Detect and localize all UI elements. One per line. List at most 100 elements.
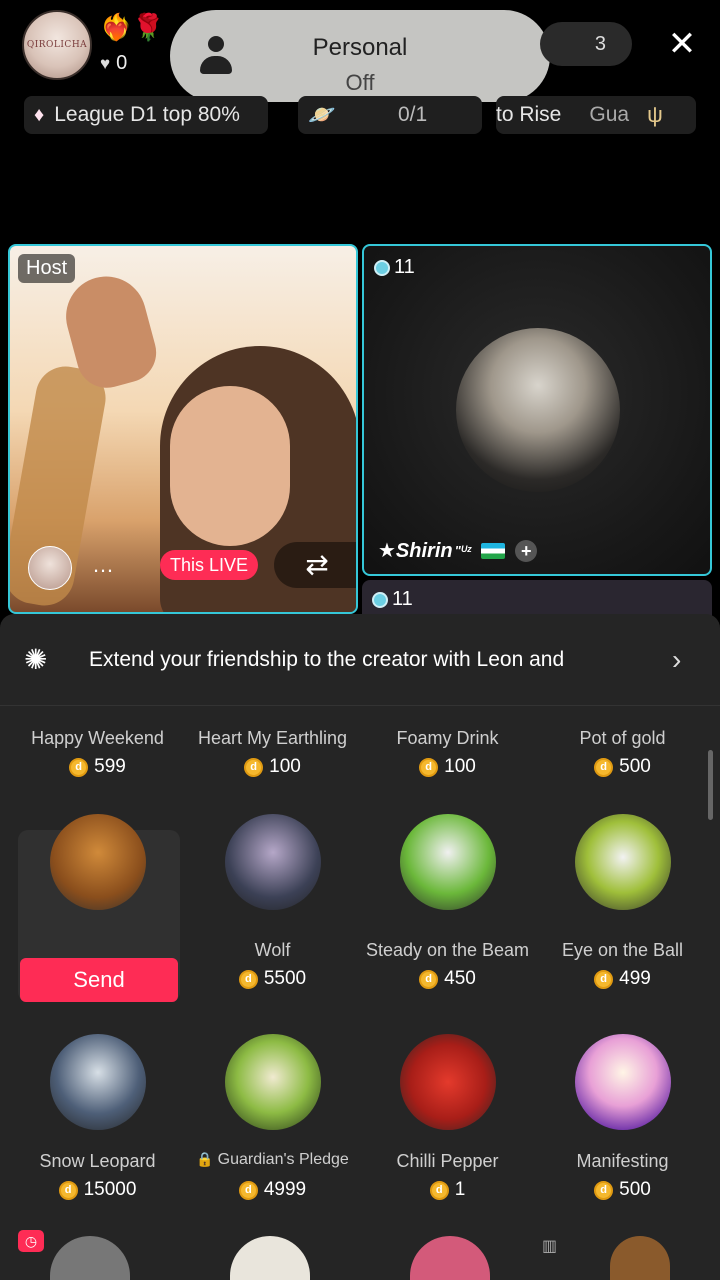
gift-name: Wolf — [185, 940, 360, 961]
gift-name-text: Heart My Earthling — [197, 728, 348, 748]
gift-price: d 5500 — [185, 968, 360, 990]
gift-price-value: 500 — [619, 1179, 651, 1200]
coin-icon: d — [244, 757, 264, 777]
deer-gift-icon — [225, 1034, 321, 1130]
host-mini-avatar[interactable] — [28, 546, 72, 590]
gift-price-value: 4999 — [263, 1179, 307, 1200]
lion-gift-icon — [50, 814, 146, 910]
ball-beam-gift-icon — [400, 814, 496, 910]
rise-text: to Rise — [496, 103, 562, 126]
gift-price-value: 450 — [444, 968, 476, 989]
guest-score-2: 11 — [372, 588, 413, 611]
diamond-icon — [374, 259, 390, 276]
chilli-pepper-gift-icon — [400, 1034, 496, 1130]
top-bar: QIROLICHA ❤️‍🔥🌹 ♥ 0 Personal Off 3 ✕ — [0, 0, 720, 102]
guest-name-row: ★Shirin "ᵁᶻ + — [378, 538, 538, 563]
gift-name-text: Happy Weekend — [31, 728, 164, 748]
guest-video-panel[interactable]: 11 ★Shirin "ᵁᶻ + — [362, 244, 712, 576]
ball-gift-icon — [575, 814, 671, 910]
gift-name: Steady on the Beam — [360, 940, 535, 961]
gift-price: d 499 — [535, 968, 710, 990]
coin-icon: d — [419, 757, 439, 777]
gift-name: Happy Weekend — [10, 728, 185, 749]
send-button[interactable]: Send — [20, 958, 178, 1002]
gift-name-text: Guardian's Pledge — [217, 1151, 349, 1168]
scrollbar[interactable] — [708, 750, 713, 820]
gift-name: Manifesting — [535, 1151, 710, 1172]
planet-icon: 🪐 — [308, 102, 336, 127]
gift-name-text: Steady on the Beam — [365, 940, 530, 960]
gift-name: Snow Leopard — [10, 1151, 185, 1172]
close-icon[interactable]: ✕ — [664, 26, 700, 62]
gift-price: d 15000 — [10, 1179, 185, 1201]
viewer-count[interactable]: 3 — [540, 22, 632, 66]
gift-price-value: 100 — [269, 756, 301, 777]
guest-avatar[interactable] — [456, 328, 620, 492]
gift-price-value: 1 — [454, 1179, 466, 1200]
coin-icon: d — [238, 1180, 258, 1200]
gift-price: d 100 — [185, 756, 360, 778]
gift-price: d 100 — [360, 756, 535, 778]
progress-tag[interactable]: 🪐 0/1 — [298, 96, 482, 134]
diamond-icon — [372, 591, 388, 608]
rise-tag[interactable]: to Rise Gua ψ — [496, 96, 696, 134]
league-text: League D1 top 80% — [54, 103, 240, 126]
gift-name: Pot of gold — [535, 728, 710, 749]
guest-score-value-2: 11 — [392, 588, 413, 610]
coin-icon: d — [58, 1180, 78, 1200]
gift-name: Eye on the Ball — [535, 940, 710, 961]
gift-name-text: Pot of gold — [579, 728, 666, 748]
gift-name-text: Eye on the Ball — [561, 940, 684, 960]
personal-state: Off — [345, 70, 375, 95]
league-tag[interactable]: ♦ League D1 top 80% — [24, 96, 268, 134]
gift-price-value: 100 — [444, 756, 476, 777]
swap-icon[interactable]: ⇄ — [274, 542, 356, 588]
progress-text: 0/1 — [398, 103, 428, 126]
coin-icon: d — [69, 757, 89, 777]
host-label: Host — [18, 254, 76, 283]
host-avatar[interactable]: QIROLICHA — [22, 10, 92, 80]
gift-price-value: 599 — [94, 756, 126, 777]
gift-name-text: Wolf — [254, 940, 291, 960]
more-dots-icon[interactable]: … — [92, 552, 114, 578]
likes-count: 0 — [116, 52, 128, 74]
gift-name-text: Foamy Drink — [396, 728, 499, 748]
gift-name: Chilli Pepper — [360, 1151, 535, 1172]
guest-score-value: 11 — [394, 256, 415, 278]
gift-price-value: 500 — [619, 756, 651, 777]
sound-icon: ▥ — [542, 1238, 558, 1255]
heart-icon: ♥ — [100, 53, 111, 73]
personal-toggle[interactable]: Personal Off — [170, 10, 550, 102]
coin-icon: d — [419, 969, 439, 989]
gift-name: Foamy Drink — [360, 728, 535, 749]
gift-name-text: Snow Leopard — [39, 1151, 156, 1171]
chevron-right-icon[interactable]: › — [672, 644, 681, 676]
coin-icon: d — [238, 969, 258, 989]
gift-name: Heart My Earthling — [185, 728, 360, 749]
wolf-gift-icon — [225, 814, 321, 910]
host-video-panel[interactable]: Host … This LIVE ⇄ — [8, 244, 358, 614]
flag-icon — [481, 542, 506, 559]
rose-icons: ❤️‍🔥🌹 — [100, 12, 165, 42]
snow-leopard-gift-icon — [50, 1034, 146, 1130]
tag-row: ♦ League D1 top 80% 🪐 0/1 to Rise Gua ψ — [0, 96, 720, 136]
sparkle-book-icon: ✺ — [24, 644, 48, 675]
follow-plus-button[interactable]: + — [515, 539, 538, 562]
gift-price: d1 — [360, 1179, 535, 1201]
likes-counter: ♥ 0 — [100, 52, 127, 75]
gift-name: 🔒 Guardian's Pledge — [185, 1151, 360, 1169]
this-live-badge: This LIVE — [160, 550, 259, 580]
gift-price-value: 15000 — [83, 1179, 137, 1200]
promo-banner[interactable]: ✺ Extend your friendship to the creator … — [0, 614, 720, 706]
coin-icon: d — [429, 1180, 449, 1200]
coin-icon: d — [594, 1180, 614, 1200]
gift-price: d 4999 — [185, 1179, 360, 1201]
gift-price: d 599 — [10, 756, 185, 778]
timer-icon: ◷ — [18, 1230, 44, 1252]
host-avatar-text: QIROLICHA — [26, 40, 88, 50]
gift-price: d 450 — [360, 968, 535, 990]
gua-text: Gua — [589, 103, 630, 126]
diamond-icon: ♦ — [34, 103, 45, 126]
gift-price: d 500 — [535, 1179, 710, 1201]
guest-name-suffix: "ᵁᶻ — [454, 543, 472, 558]
